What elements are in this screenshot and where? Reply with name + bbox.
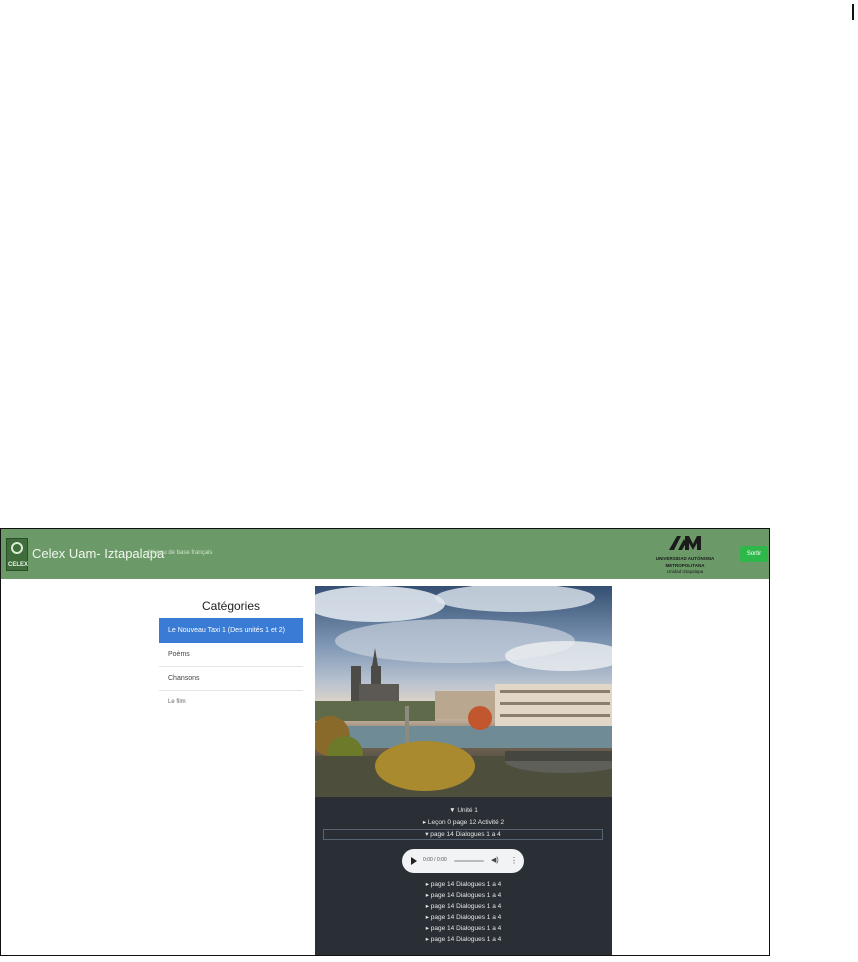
university-unit: Unidad Iztapalapa <box>666 569 704 574</box>
audio-progress-track[interactable] <box>454 860 484 862</box>
category-item-poems[interactable]: Poèms <box>159 643 303 667</box>
swirl-icon <box>11 542 23 554</box>
categories-list: Le Nouveau Taxi 1 (Des unités 1 et 2) Po… <box>159 618 303 714</box>
logo-text: CELEX <box>8 562 29 568</box>
site-tagline: Niveau de base français <box>148 550 213 556</box>
tree-item[interactable]: ▸ page 14 Dialogues 1 a 4 <box>315 902 612 910</box>
tree-item[interactable]: ▸ page 14 Dialogues 1 a 4 <box>315 924 612 932</box>
paris-notre-dame-photo <box>315 586 612 797</box>
audio-player: 0:00 / 0:00 ◀) ⋮ <box>402 849 524 873</box>
tree-item-selected[interactable]: ▾ page 14 Dialogues 1 a 4 <box>323 829 603 840</box>
tree-item[interactable]: ▸ page 14 Dialogues 1 a 4 <box>315 891 612 899</box>
category-item-film[interactable]: Le film <box>159 691 303 714</box>
volume-icon[interactable]: ◀) <box>491 857 499 865</box>
tree-item[interactable]: ▸ page 14 Dialogues 1 a 4 <box>315 935 612 943</box>
tree-unit-1[interactable]: ▼ Unité 1 <box>315 807 612 814</box>
category-item-nouveau-taxi[interactable]: Le Nouveau Taxi 1 (Des unités 1 et 2) <box>159 618 303 643</box>
tree-lesson-0[interactable]: ▸ Leçon 0 page 12 Activité 2 <box>315 818 612 826</box>
celex-logo[interactable]: CELEX <box>6 538 28 571</box>
logout-button[interactable]: Sortir <box>740 546 768 562</box>
tree-item[interactable]: ▸ page 14 Dialogues 1 a 4 <box>315 880 612 888</box>
lesson-tree-panel: ▼ Unité 1 ▸ Leçon 0 page 12 Activité 2 ▾… <box>315 797 612 955</box>
more-vertical-icon[interactable]: ⋮ <box>510 856 518 865</box>
university-logo: UNIVERSIDAD AUTÓNOMA METROPOLITANA Unida… <box>637 535 733 575</box>
play-icon[interactable] <box>411 857 417 865</box>
category-item-chansons[interactable]: Chansons <box>159 667 303 691</box>
university-name: UNIVERSIDAD AUTÓNOMA METROPOLITANA <box>655 556 715 568</box>
tree-item[interactable]: ▸ page 14 Dialogues 1 a 4 <box>315 913 612 921</box>
site-header: CELEX Celex Uam- Iztapalapa Niveau de ba… <box>1 529 769 579</box>
text-cursor-mark <box>852 4 854 20</box>
browser-viewport: CELEX Celex Uam- Iztapalapa Niveau de ba… <box>0 528 770 956</box>
uam-mark-icon <box>637 535 733 555</box>
site-title[interactable]: Celex Uam- Iztapalapa <box>32 546 164 561</box>
audio-time: 0:00 / 0:00 <box>423 857 447 863</box>
categories-title: Catégories <box>201 599 261 613</box>
